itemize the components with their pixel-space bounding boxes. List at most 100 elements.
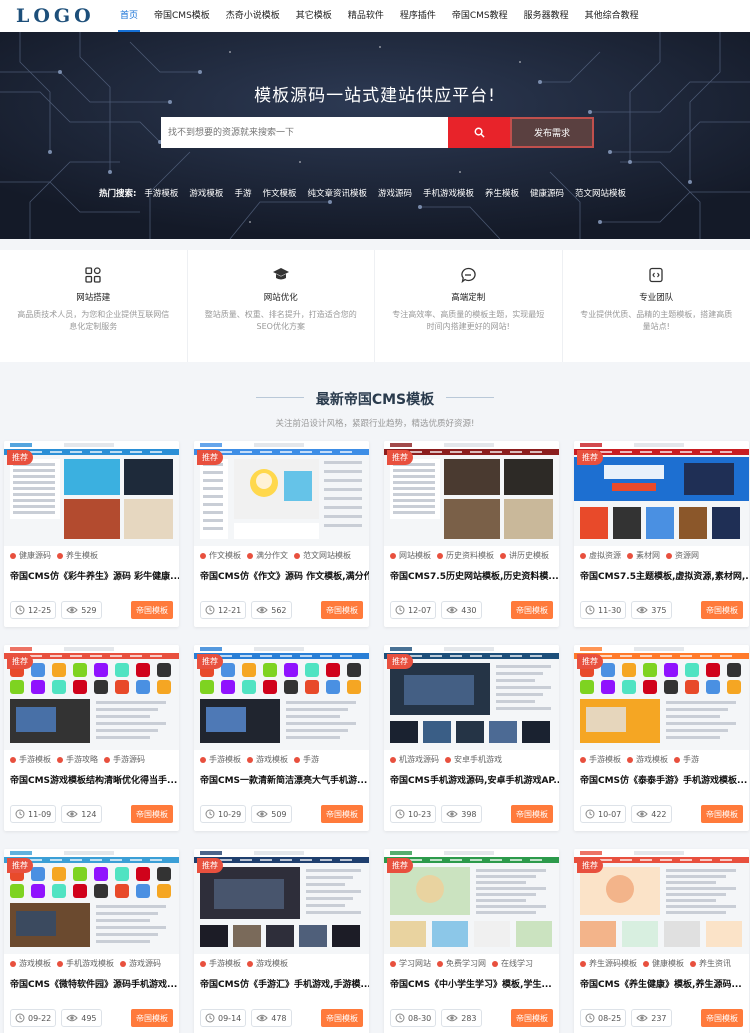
card-title[interactable]: 帝国CMS仿《彩牛养生》源码 彩牛健康...	[4, 561, 179, 582]
card-tag[interactable]: 在线学习	[492, 958, 533, 969]
card-thumbnail[interactable]: 推荐	[4, 645, 179, 750]
card-title[interactable]: 帝国CMS《微特软件园》源码手机游戏...	[4, 969, 179, 990]
template-card[interactable]: 推荐 学习网站 免费学习网 在线学习 帝国CMS《中小学生学习》模板,学生... 0…	[384, 849, 559, 1033]
hot-search-link[interactable]: 游戏模板	[189, 187, 223, 199]
template-card[interactable]: 推荐 养生源码模板 健康模板 养生资讯 帝国CMS《养生健康》模板,养生源码... …	[574, 849, 749, 1033]
feature-seo-optimization[interactable]: 网站优化 整站质量、权重、排名提升，打造适合您的SEO优化方案	[188, 250, 375, 362]
search-button[interactable]	[448, 117, 510, 148]
nav-item-other-tutorials[interactable]: 其他综合教程	[577, 0, 647, 32]
card-tag[interactable]: 手游	[674, 754, 699, 765]
hot-search-link[interactable]: 手游模板	[144, 187, 178, 199]
hot-search-link[interactable]: 纯文章资讯模板	[307, 187, 367, 199]
card-category-button[interactable]: 帝国模板	[511, 805, 553, 823]
card-category-button[interactable]: 帝国模板	[131, 1009, 173, 1027]
card-title[interactable]: 帝国CMS《中小学生学习》模板,学生...	[384, 969, 559, 990]
template-card[interactable]: 推荐 健康源码 养生模板 帝国CMS仿《彩牛养生》源码 彩牛健康... 12-25…	[4, 441, 179, 627]
card-category-button[interactable]: 帝国模板	[321, 805, 363, 823]
card-tag[interactable]: 手游模板	[580, 754, 621, 765]
publish-request-button[interactable]: 发布需求	[510, 117, 594, 148]
hot-search-link[interactable]: 范文网站模板	[575, 187, 626, 199]
card-title[interactable]: 帝国CMS7.5主题模板,虚拟资源,素材网,...	[574, 561, 749, 582]
card-thumbnail[interactable]: 推荐	[574, 441, 749, 546]
card-thumbnail[interactable]: 推荐	[4, 849, 179, 954]
card-title[interactable]: 帝国CMS《养生健康》模板,养生源码...	[574, 969, 749, 990]
card-tag[interactable]: 养生模板	[57, 550, 98, 561]
card-tag[interactable]: 游戏模板	[247, 958, 288, 969]
card-title[interactable]: 帝国CMS仿《作文》源码 作文模板,满分作...	[194, 561, 369, 582]
card-category-button[interactable]: 帝国模板	[131, 601, 173, 619]
hot-search-link[interactable]: 作文模板	[262, 187, 296, 199]
card-thumbnail[interactable]: 推荐	[574, 849, 749, 954]
template-card[interactable]: 推荐 机游戏源码 安卓手机游戏 帝国CMS手机游戏源码,安卓手机游戏AP... 1…	[384, 645, 559, 831]
hot-search-link[interactable]: 手游	[234, 187, 251, 199]
card-tag[interactable]: 学习网站	[390, 958, 431, 969]
template-card[interactable]: 推荐 网站模板 历史资料模板 讲历史模板 帝国CMS7.5历史网站模板,历史资料模.…	[384, 441, 559, 627]
feature-custom-design[interactable]: 高端定制 专注高效率、高质量的模板主题，实现最短时间内搭建更好的网站!	[375, 250, 563, 362]
template-card[interactable]: 推荐 手游模板 游戏模板 手游 帝国CMS仿《泰泰手游》手机游戏模板... 10-0…	[574, 645, 749, 831]
card-tag[interactable]: 养生源码模板	[580, 958, 637, 969]
template-card[interactable]: 推荐 作文模板 满分作文 范文网站模板 帝国CMS仿《作文》源码 作文模板,满分作.…	[194, 441, 369, 627]
card-tag[interactable]: 手机游戏模板	[57, 958, 114, 969]
nav-item-home[interactable]: 首页	[112, 0, 146, 32]
search-input[interactable]	[161, 117, 448, 148]
card-category-button[interactable]: 帝国模板	[131, 805, 173, 823]
card-category-button[interactable]: 帝国模板	[701, 805, 743, 823]
card-thumbnail[interactable]: 推荐	[194, 849, 369, 954]
card-thumbnail[interactable]: 推荐	[384, 849, 559, 954]
card-thumbnail[interactable]: 推荐	[384, 441, 559, 546]
card-tag[interactable]: 手游	[294, 754, 319, 765]
card-title[interactable]: 帝国CMS手机游戏源码,安卓手机游戏AP...	[384, 765, 559, 786]
template-card[interactable]: 推荐 虚拟资源 素材网 资源网 帝国CMS7.5主题模板,虚拟资源,素材网,... …	[574, 441, 749, 627]
template-card[interactable]: 推荐 手游模板 手游攻略 手游源码 帝国CMS游戏模板结构清晰优化得当手... 11…	[4, 645, 179, 831]
card-tag[interactable]: 安卓手机游戏	[445, 754, 502, 765]
feature-website-building[interactable]: 网站搭建 高品质技术人员，为您和企业提供互联网信息化定制服务	[0, 250, 188, 362]
site-logo[interactable]: LOGO	[0, 5, 112, 27]
card-tag[interactable]: 免费学习网	[437, 958, 486, 969]
card-category-button[interactable]: 帝国模板	[511, 1009, 553, 1027]
template-card[interactable]: 推荐 手游模板 游戏模板 手游 帝国CMS一款清新简洁漂亮大气手机游... 10-2…	[194, 645, 369, 831]
hot-search-link[interactable]: 手机游戏模板	[423, 187, 474, 199]
card-thumbnail[interactable]: 推荐	[194, 645, 369, 750]
card-tag[interactable]: 虚拟资源	[580, 550, 621, 561]
card-tag[interactable]: 作文模板	[200, 550, 241, 561]
card-tag[interactable]: 养生资讯	[690, 958, 731, 969]
nav-item-empire-cms-templates[interactable]: 帝国CMS模板	[146, 0, 218, 32]
card-category-button[interactable]: 帝国模板	[321, 601, 363, 619]
card-title[interactable]: 帝国CMS游戏模板结构清晰优化得当手...	[4, 765, 179, 786]
card-thumbnail[interactable]: 推荐	[194, 441, 369, 546]
card-tag[interactable]: 手游源码	[104, 754, 145, 765]
card-category-button[interactable]: 帝国模板	[321, 1009, 363, 1027]
nav-item-server-tutorials[interactable]: 服务器教程	[516, 0, 577, 32]
card-tag[interactable]: 范文网站模板	[294, 550, 351, 561]
card-tag[interactable]: 健康模板	[643, 958, 684, 969]
card-tag[interactable]: 手游模板	[200, 754, 241, 765]
nav-item-cms-tutorials[interactable]: 帝国CMS教程	[444, 0, 516, 32]
card-thumbnail[interactable]: 推荐	[574, 645, 749, 750]
card-title[interactable]: 帝国CMS一款清新简洁漂亮大气手机游...	[194, 765, 369, 786]
feature-professional-team[interactable]: 专业团队 专业提供优质、品精的主题模板，搭建高质量站点!	[563, 250, 750, 362]
card-tag[interactable]: 游戏模板	[627, 754, 668, 765]
nav-item-plugins[interactable]: 程序插件	[392, 0, 444, 32]
nav-item-novel-templates[interactable]: 杰奇小说模板	[218, 0, 288, 32]
card-tag[interactable]: 健康源码	[10, 550, 51, 561]
hot-search-link[interactable]: 养生模板	[485, 187, 519, 199]
card-category-button[interactable]: 帝国模板	[701, 1009, 743, 1027]
card-tag[interactable]: 网站模板	[390, 550, 431, 561]
card-tag[interactable]: 手游攻略	[57, 754, 98, 765]
card-tag[interactable]: 机游戏源码	[390, 754, 439, 765]
card-tag[interactable]: 素材网	[627, 550, 660, 561]
card-tag[interactable]: 满分作文	[247, 550, 288, 561]
nav-item-other-templates[interactable]: 其它模板	[288, 0, 340, 32]
card-title[interactable]: 帝国CMS仿《手游汇》手机游戏,手游模...	[194, 969, 369, 990]
template-card[interactable]: 推荐 游戏模板 手机游戏模板 游戏源码 帝国CMS《微特软件园》源码手机游戏... …	[4, 849, 179, 1033]
card-title[interactable]: 帝国CMS仿《泰泰手游》手机游戏模板...	[574, 765, 749, 786]
template-card[interactable]: 推荐 手游模板 游戏模板 帝国CMS仿《手游汇》手机游戏,手游模... 09-14…	[194, 849, 369, 1033]
card-category-button[interactable]: 帝国模板	[701, 601, 743, 619]
card-tag[interactable]: 手游模板	[10, 754, 51, 765]
card-category-button[interactable]: 帝国模板	[511, 601, 553, 619]
hot-search-link[interactable]: 游戏源码	[378, 187, 412, 199]
card-thumbnail[interactable]: 推荐	[4, 441, 179, 546]
hot-search-link[interactable]: 健康源码	[530, 187, 564, 199]
card-tag[interactable]: 游戏源码	[120, 958, 161, 969]
card-tag[interactable]: 讲历史模板	[500, 550, 549, 561]
